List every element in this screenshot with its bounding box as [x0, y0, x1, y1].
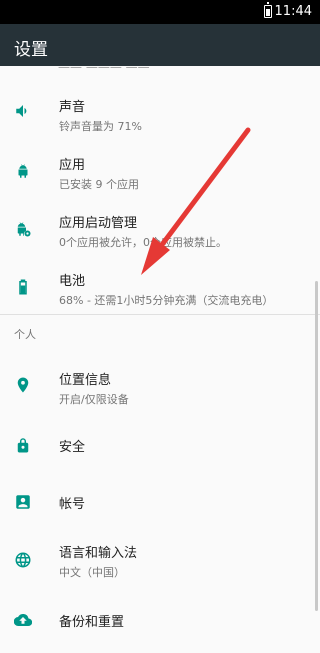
status-time: 11:44 [274, 4, 312, 19]
battery-icon [19, 279, 27, 295]
item-subtitle: 0个应用被允许，0个应用被禁止。 [59, 236, 227, 249]
settings-item-security[interactable]: 安全 [0, 418, 320, 474]
item-title: 帐号 [59, 497, 86, 512]
item-subtitle: 铃声音量为 71% [59, 120, 142, 133]
settings-item-sound[interactable]: 声音 铃声音量为 71% [0, 88, 320, 142]
settings-item-accounts[interactable]: 帐号 [0, 474, 320, 532]
item-subtitle: 已安装 9 个应用 [59, 178, 139, 191]
location-pin-icon [17, 377, 29, 393]
settings-list[interactable]: —— ——— —— 声音 铃声音量为 71% 应用 已安装 9 个应用 应用启动… [0, 66, 320, 653]
settings-item-backup-reset[interactable]: 备份和重置 [0, 592, 320, 648]
lock-icon [17, 438, 29, 453]
cloud-upload-icon [14, 614, 32, 627]
partial-item-text: —— ——— —— [58, 66, 150, 74]
item-title: 位置信息 [59, 373, 112, 388]
item-subtitle: 开启/仅限设备 [59, 393, 129, 406]
scrollbar[interactable] [315, 281, 318, 611]
settings-item-apps[interactable]: 应用 已安装 9 个应用 [0, 146, 320, 204]
globe-icon [15, 552, 31, 568]
volume-icon [16, 105, 27, 117]
item-title: 应用 [59, 158, 86, 173]
android-settings-icon [17, 222, 31, 237]
settings-item-language-input[interactable]: 语言和输入法 中文（中国） [0, 532, 320, 592]
settings-item-app-launch-management[interactable]: 应用启动管理 0个应用被允许，0个应用被禁止。 [0, 204, 320, 262]
item-subtitle: 68% - 还需1小时5分钟充满（交流电充电） [59, 294, 274, 307]
status-bar: 11:44 [0, 0, 320, 24]
settings-item-location[interactable]: 位置信息 开启/仅限设备 [0, 360, 320, 418]
account-box-icon [16, 495, 30, 509]
page-title: 设置 [14, 40, 48, 60]
item-title: 应用启动管理 [59, 216, 138, 231]
app-bar: 设置 [0, 24, 320, 66]
item-title: 电池 [59, 274, 86, 289]
battery-charging-icon [264, 2, 272, 18]
section-divider [0, 314, 320, 315]
item-title: 备份和重置 [59, 615, 125, 630]
item-title: 语言和输入法 [59, 546, 138, 561]
android-icon [18, 164, 28, 178]
item-subtitle: 中文（中国） [59, 566, 125, 579]
item-title: 声音 [59, 100, 86, 115]
item-title: 安全 [59, 440, 86, 455]
section-header-personal: 个人 [14, 328, 36, 341]
settings-item-battery[interactable]: 电池 68% - 还需1小时5分钟充满（交流电充电） [0, 262, 320, 320]
